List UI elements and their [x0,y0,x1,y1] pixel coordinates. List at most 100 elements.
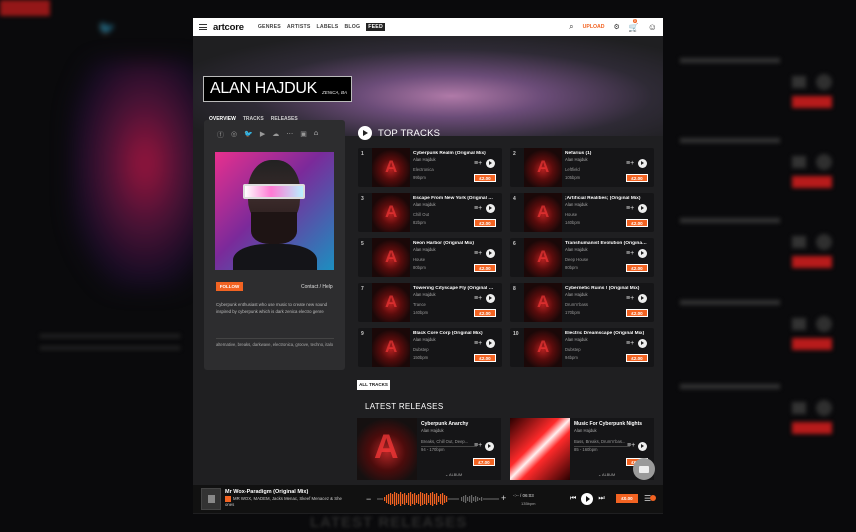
cart-icon[interactable]: 🛒 0 £0.00 [629,18,639,33]
track-genre[interactable]: Dubstep [565,347,581,352]
play-button[interactable] [638,294,647,303]
release-title[interactable]: Music For Cyberpunk Nights [574,421,650,427]
play-button[interactable] [638,339,647,348]
track-card[interactable]: 6 Transhumanist Evolution (Original Mix)A… [510,238,654,277]
facebook-icon[interactable]: ⓕ [217,130,224,140]
previous-icon[interactable]: ⏮ [570,495,576,503]
add-to-queue-icon[interactable]: ≡+ [626,340,634,347]
buy-price-button[interactable]: £2.00 [626,264,648,272]
add-to-queue-icon[interactable]: ≡+ [626,160,634,167]
track-artwork[interactable] [524,238,562,277]
track-title[interactable]: Nefarius (1) [565,151,647,156]
add-to-queue-icon[interactable]: ≡+ [627,442,635,449]
home-icon[interactable]: ⌂ [314,130,318,140]
youtube-icon[interactable]: ▶ [260,130,265,140]
settings-icon[interactable]: ⚙ [614,23,620,31]
track-title[interactable]: Escape From New York (Original Mix) [413,196,495,201]
queue-icon[interactable]: ☰ [644,494,656,503]
add-to-queue-icon[interactable]: ≡+ [626,295,634,302]
track-artwork[interactable] [524,328,562,367]
buy-price-button[interactable]: £7.00 [473,458,495,466]
now-playing-artwork[interactable] [201,488,221,510]
twitch-icon[interactable]: ▣ [300,130,307,140]
track-genre[interactable]: Leftfield [565,167,580,172]
follow-button[interactable]: FOLLOW [216,282,243,291]
track-card[interactable]: 10 Electric Dreamscape (Original Mix)Alan… [510,328,654,367]
buy-price-button[interactable]: £2.00 [474,264,496,272]
add-to-queue-icon[interactable]: ≡+ [474,340,482,347]
track-artist[interactable]: Alan Hajduk [413,202,436,207]
play-button[interactable] [486,249,495,258]
play-button[interactable] [638,249,647,258]
play-button[interactable] [486,294,495,303]
track-artist[interactable]: Alan Hajduk [413,292,436,297]
add-to-queue-icon[interactable]: ≡+ [474,160,482,167]
track-artist[interactable]: Alan Hajduk [565,247,588,252]
play-all-button[interactable] [358,126,372,140]
play-pause-button[interactable] [581,493,594,505]
nav-genres[interactable]: GENRES [258,24,281,30]
release-card[interactable]: Cyberpunk Anarchy Alan Hajduk Breaks, Ch… [357,418,501,480]
track-artist[interactable]: Alan Hajduk [565,202,588,207]
track-genre[interactable]: House [565,212,577,217]
add-to-queue-icon[interactable]: ≡+ [474,205,482,212]
upload-link[interactable]: UPLOAD [583,24,605,30]
nav-artists[interactable]: ARTISTS [287,24,311,30]
all-tracks-button[interactable]: ALL TRACKS [357,380,390,390]
track-genre[interactable]: Deep House [565,257,588,262]
track-artist[interactable]: Alan Hajduk [565,157,588,162]
add-to-queue-icon[interactable]: ≡+ [626,205,634,212]
buy-price-button[interactable]: £2.00 [626,174,648,182]
track-card[interactable]: 1 Cyberpunk Realm (Original Mix)Alan Hajd… [358,148,502,187]
track-artwork[interactable] [372,238,410,277]
track-artist[interactable]: Alan Hajduk [565,292,588,297]
nav-feed[interactable]: FEED [366,23,385,31]
track-artist[interactable]: Alan Hajduk [565,337,588,342]
release-artist[interactable]: Alan Hajduk [421,428,444,433]
track-title[interactable]: Cybernetic Ruins ! (Original Mix) [565,286,647,291]
chat-icon[interactable] [633,458,655,480]
track-card[interactable]: 8 Cybernetic Ruins ! (Original Mix)Alan H… [510,283,654,322]
track-genre[interactable]: Trance [413,302,426,307]
track-card[interactable]: 2 Nefarius (1)Alan Hajduk Leftfield 105bpm ≡… [510,148,654,187]
buy-price-button[interactable]: £2.00 [474,219,496,227]
user-avatar-icon[interactable]: ☺ [648,22,657,32]
track-genre[interactable]: House [413,257,425,262]
play-button[interactable] [486,339,495,348]
play-button[interactable] [638,442,647,451]
zoom-in-icon[interactable]: + [501,493,506,503]
track-title[interactable]: Neon Harbor (Original Mix) [413,241,495,246]
track-card[interactable]: 3 Escape From New York (Original Mix)Alan… [358,193,502,232]
nav-blog[interactable]: BLOG [344,24,360,30]
track-title[interactable]: Cyberpunk Realm (Original Mix) [413,151,495,156]
track-card[interactable]: 5 Neon Harbor (Original Mix)Alan Hajduk Ho… [358,238,502,277]
add-to-queue-icon[interactable]: ≡+ [474,250,482,257]
track-card[interactable]: 4 ;Artificial Realities; (Original Mix)Al… [510,193,654,232]
contact-help-link[interactable]: Contact / Help [301,284,333,290]
track-artwork[interactable] [372,283,410,322]
add-to-queue-icon[interactable]: ≡+ [474,295,482,302]
play-button[interactable] [638,204,647,213]
chevron-down-icon[interactable]: ⌄ [598,473,601,477]
release-artwork[interactable] [510,418,570,480]
track-title[interactable]: Transhumanist Evolution (Original Mix) [565,241,647,246]
buy-price-button[interactable]: £2.00 [474,309,496,317]
waveform[interactable] [377,491,499,507]
next-icon[interactable]: ⏭ [598,495,604,503]
track-genre[interactable]: Chill Out [413,212,429,217]
chevron-down-icon[interactable]: ⌄ [445,473,448,477]
track-artwork[interactable] [372,193,410,232]
add-to-queue-icon[interactable]: ≡+ [474,442,482,449]
track-artwork[interactable] [524,283,562,322]
buy-price-button[interactable]: £2.00 [474,174,496,182]
now-playing-title[interactable]: Mr Wox-Paradigm (Original Mix) [225,489,308,495]
play-button[interactable] [486,159,495,168]
track-title[interactable]: Electric Dreamscape (Original Mix) [565,331,647,336]
add-to-queue-icon[interactable]: ≡+ [626,250,634,257]
menu-icon[interactable] [199,24,207,30]
buy-price-button[interactable]: £2.00 [626,219,648,227]
play-button[interactable] [638,159,647,168]
instagram-icon[interactable]: ◎ [231,130,237,140]
buy-price-button[interactable]: £2.00 [626,309,648,317]
buy-price-button[interactable]: £2.00 [474,354,496,362]
